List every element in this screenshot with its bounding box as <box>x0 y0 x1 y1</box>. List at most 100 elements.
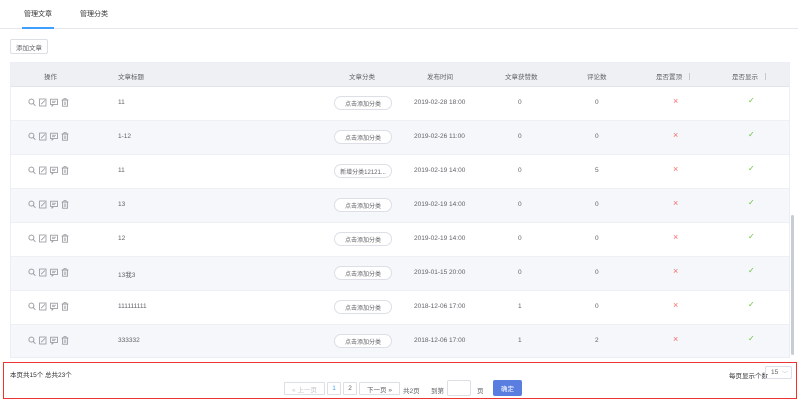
edit-icon[interactable] <box>39 336 47 345</box>
chevron-down-icon: ﹀ <box>781 372 788 378</box>
category-button[interactable]: 新增分类12121... <box>334 164 392 178</box>
column-header-shown: 是否显示 <box>732 71 766 81</box>
category-button[interactable]: 点击添加分类 <box>334 96 392 110</box>
comment-icon[interactable] <box>50 98 58 107</box>
article-title: 11 <box>118 167 125 174</box>
search-icon[interactable] <box>28 336 36 345</box>
not-pinned-icon: × <box>673 266 679 276</box>
search-icon[interactable] <box>28 234 36 243</box>
column-header-actions: 操作 <box>44 71 57 81</box>
column-header-comments: 评论数 <box>587 71 607 81</box>
search-icon[interactable] <box>28 302 36 311</box>
page-count-summary: 本页共15个 总共23个 <box>10 372 72 379</box>
edit-icon[interactable] <box>39 98 47 107</box>
comment-count: 0 <box>595 269 599 276</box>
category-button[interactable]: 点击添加分类 <box>334 198 392 212</box>
delete-icon[interactable] <box>61 336 69 345</box>
column-header-pinned: 是否置顶 <box>656 71 690 81</box>
comment-count: 0 <box>595 303 599 310</box>
like-count: 0 <box>518 269 522 276</box>
like-count: 0 <box>518 167 522 174</box>
tab-manage-articles[interactable]: 管理文章 <box>24 9 52 19</box>
table-row: 13 点击添加分类 2019-02-19 14:00 0 0 × ✓ <box>11 189 789 223</box>
next-page-button[interactable]: 下一页 » <box>359 382 400 395</box>
edit-icon[interactable] <box>39 132 47 141</box>
category-button[interactable]: 点击添加分类 <box>334 232 392 246</box>
table-row: 1-12 点击添加分类 2019-02-26 11:00 0 0 × ✓ <box>11 121 789 155</box>
delete-icon[interactable] <box>61 200 69 209</box>
column-header-title: 文章标题 <box>118 71 144 81</box>
shown-check-icon: ✓ <box>748 96 755 105</box>
category-button[interactable]: 点击添加分类 <box>334 334 392 348</box>
article-title: 111111111 <box>118 303 147 310</box>
edit-icon[interactable] <box>39 302 47 311</box>
delete-icon[interactable] <box>61 98 69 107</box>
publish-time: 2018-12-06 17:00 <box>414 303 466 310</box>
not-pinned-icon: × <box>673 164 679 174</box>
shown-check-icon: ✓ <box>748 232 755 241</box>
row-actions <box>28 234 69 243</box>
delete-icon[interactable] <box>61 302 69 311</box>
edit-icon[interactable] <box>39 200 47 209</box>
delete-icon[interactable] <box>61 268 69 277</box>
search-icon[interactable] <box>28 166 36 175</box>
category-button[interactable]: 点击添加分类 <box>334 130 392 144</box>
add-article-button[interactable]: 添加文章 <box>10 39 48 54</box>
comment-icon[interactable] <box>50 302 58 311</box>
comment-icon[interactable] <box>50 200 58 209</box>
delete-icon[interactable] <box>61 132 69 141</box>
publish-time: 2019-02-19 14:00 <box>414 167 466 174</box>
search-icon[interactable] <box>28 200 36 209</box>
comment-icon[interactable] <box>50 268 58 277</box>
goto-label: 到第 <box>431 388 444 395</box>
row-actions <box>28 336 69 345</box>
confirm-goto-button[interactable]: 确定 <box>493 380 522 396</box>
page-button-2[interactable]: 2 <box>343 382 357 395</box>
column-header-label: 是否显示 <box>732 74 758 81</box>
comment-count: 0 <box>595 201 599 208</box>
prev-page-button[interactable]: « 上一页 <box>284 382 325 395</box>
category-button[interactable]: 点击添加分类 <box>334 266 392 280</box>
not-pinned-icon: × <box>673 96 679 106</box>
column-header-label: 是否置顶 <box>656 74 682 81</box>
tab-bar: 管理文章 管理分类 <box>0 0 798 29</box>
column-header-category: 文章分类 <box>349 71 375 81</box>
article-title: 13 <box>118 201 126 208</box>
article-title: 12 <box>118 235 126 242</box>
edit-icon[interactable] <box>39 234 47 243</box>
category-button[interactable]: 点击添加分类 <box>334 300 392 314</box>
edit-icon[interactable] <box>39 166 47 175</box>
tab-manage-categories[interactable]: 管理分类 <box>80 9 108 19</box>
shown-check-icon: ✓ <box>748 198 755 207</box>
like-count: 0 <box>518 99 522 106</box>
row-actions <box>28 268 69 277</box>
comment-icon[interactable] <box>50 166 58 175</box>
publish-time: 2018-12-06 17:00 <box>414 337 466 344</box>
search-icon[interactable] <box>28 132 36 141</box>
table-row: 111111111 点击添加分类 2018-12-06 17:00 1 0 × ✓ <box>11 291 789 325</box>
page-size-select[interactable]: 15 ﹀ <box>765 366 792 379</box>
table-row: 11 点击添加分类 2019-02-28 18:00 0 0 × ✓ <box>11 87 789 121</box>
comment-icon[interactable] <box>50 234 58 243</box>
comment-icon[interactable] <box>50 336 58 345</box>
page-button-1[interactable]: 1 <box>327 382 341 395</box>
row-actions <box>28 200 69 209</box>
edit-icon[interactable] <box>39 268 47 277</box>
comment-count: 0 <box>595 235 599 242</box>
delete-icon[interactable] <box>61 166 69 175</box>
column-resizer[interactable] <box>765 73 766 80</box>
table-scrollbar-thumb[interactable] <box>791 215 794 355</box>
column-resizer[interactable] <box>689 73 690 80</box>
like-count: 0 <box>518 133 522 140</box>
search-icon[interactable] <box>28 268 36 277</box>
page-size-label: 每页显示个数 <box>729 373 768 380</box>
delete-icon[interactable] <box>61 234 69 243</box>
table-header: 操作 文章标题 文章分类 发布时间 文章获赞数 评论数 是否置顶 是否显示 <box>11 63 789 87</box>
not-pinned-icon: × <box>673 232 679 242</box>
search-icon[interactable] <box>28 98 36 107</box>
shown-check-icon: ✓ <box>748 334 755 343</box>
goto-page-input[interactable] <box>447 380 471 396</box>
column-header-label: 文章获赞数 <box>505 74 538 81</box>
row-actions <box>28 98 69 107</box>
comment-icon[interactable] <box>50 132 58 141</box>
